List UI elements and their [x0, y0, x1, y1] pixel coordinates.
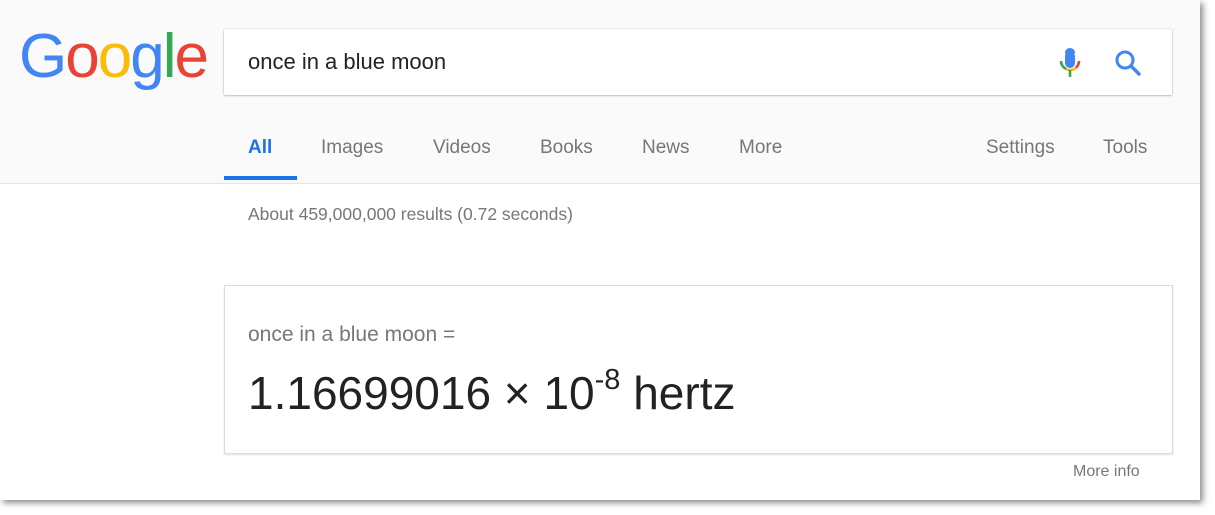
tab-all[interactable]: All: [248, 137, 272, 159]
tab-books[interactable]: Books: [540, 137, 593, 159]
tab-tools[interactable]: Tools: [1103, 137, 1147, 159]
tab-videos[interactable]: Videos: [433, 137, 491, 159]
browser-frame: Google once in a blue moon All Images Vi…: [0, 0, 1200, 500]
search-icon[interactable]: [1113, 48, 1143, 78]
logo-letter: o: [97, 22, 133, 91]
logo-letter: g: [130, 22, 165, 91]
active-tab-indicator: [224, 176, 297, 180]
logo-letter: e: [174, 22, 209, 91]
tab-images[interactable]: Images: [321, 137, 383, 159]
search-tabs: All Images Videos Books News More Settin…: [224, 118, 1200, 182]
google-logo[interactable]: Google: [19, 22, 209, 91]
microphone-icon[interactable]: [1056, 46, 1084, 80]
answer-unit: hertz: [633, 367, 736, 419]
search-header: Google once in a blue moon All Images Vi…: [0, 0, 1200, 184]
unit-converter-card: once in a blue moon = 1.16699016 × 10-8 …: [224, 285, 1173, 454]
search-input[interactable]: [248, 29, 1028, 95]
answer-mantissa: 1.16699016 × 10: [248, 367, 595, 419]
logo-letter: G: [19, 22, 67, 91]
logo-letter: o: [65, 22, 100, 91]
tab-settings[interactable]: Settings: [986, 137, 1055, 159]
search-box: [224, 29, 1172, 95]
answer-exponent: -8: [594, 363, 621, 396]
tab-news[interactable]: News: [642, 137, 690, 159]
more-info-link[interactable]: More info: [1073, 463, 1140, 481]
logo-letter: l: [162, 22, 177, 91]
tab-more[interactable]: More: [739, 137, 782, 159]
converter-answer: 1.16699016 × 10-8 hertz: [248, 363, 736, 420]
results-stats: About 459,000,000 results (0.72 seconds): [248, 204, 573, 224]
converter-query: once in a blue moon =: [248, 323, 456, 346]
